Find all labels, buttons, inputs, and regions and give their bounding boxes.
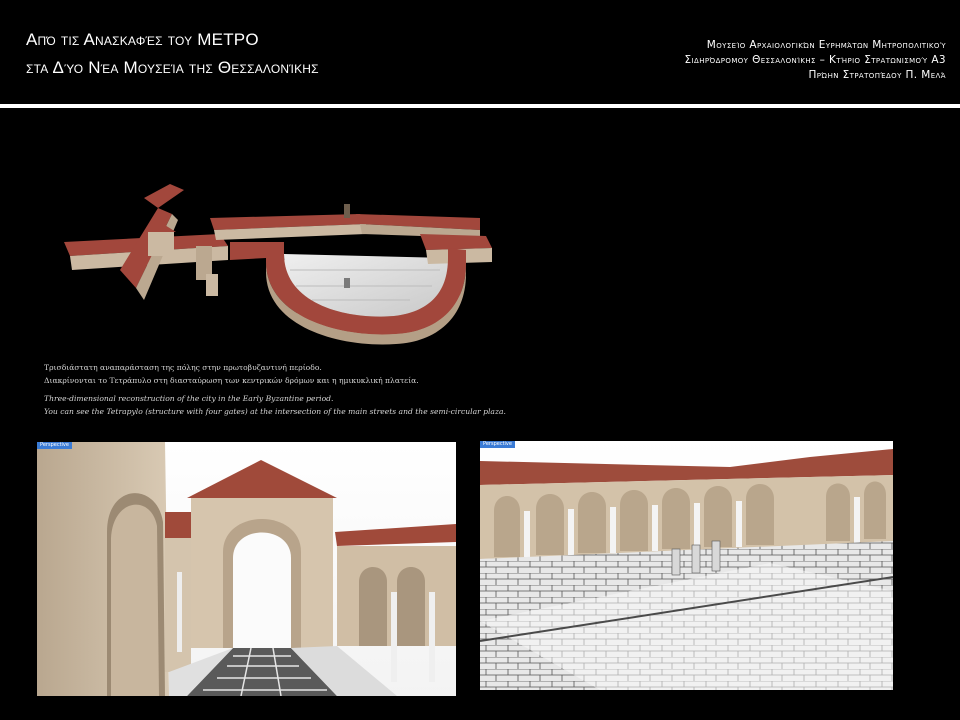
caption-greek: Τρισδιάστατη αναπαράσταση της πόλης στην… (44, 362, 514, 387)
caption-greek-line-1: Τρισδιάστατη αναπαράσταση της πόλης στην… (44, 363, 322, 372)
museum-line-3: Πρώην Στρατοπέδου Π. Μελά (808, 69, 946, 81)
perspective-tag: Perspective (480, 441, 515, 448)
header-divider (0, 104, 960, 108)
semicircular-plaza-render: Perspective (480, 441, 893, 690)
image-caption: Τρισδιάστατη αναπαράσταση της πόλης στην… (44, 362, 514, 418)
header: Από τις Ανασκαφές του ΜΕΤΡΟ στα Δύο Νέα … (0, 0, 960, 104)
museum-line-2: Σιδηρόδρομου Θεσσαλονίκης – Κτήριο Στρατ… (684, 54, 946, 66)
page-title: Από τις Ανασκαφές του ΜΕΤΡΟ στα Δύο Νέα … (26, 26, 319, 82)
title-line-2: στα Δύο Νέα Μουσεία της Θεσσαλονίκης (26, 58, 319, 77)
title-line-1: Από τις Ανασκαφές του ΜΕΤΡΟ (26, 30, 259, 49)
caption-english: Three-dimensional reconstruction of the … (44, 393, 514, 418)
caption-english-line-1: Three-dimensional reconstruction of the … (44, 394, 334, 403)
museum-name: Μουσείο Αρχαιολογικών Ευρημάτων Μητροπολ… (685, 38, 946, 83)
caption-english-line-2: You can see the Tetrapylo (structure wit… (44, 406, 506, 416)
tetrapylon-street-render: Perspective (37, 442, 456, 696)
aerial-reconstruction-image (60, 178, 500, 354)
caption-greek-line-2: Διακρίνονται το Τετράπυλο στη διασταύρωσ… (44, 375, 419, 385)
museum-line-1: Μουσείο Αρχαιολογικών Ευρημάτων Μητροπολ… (706, 39, 946, 51)
perspective-tag: Perspective (37, 442, 72, 449)
